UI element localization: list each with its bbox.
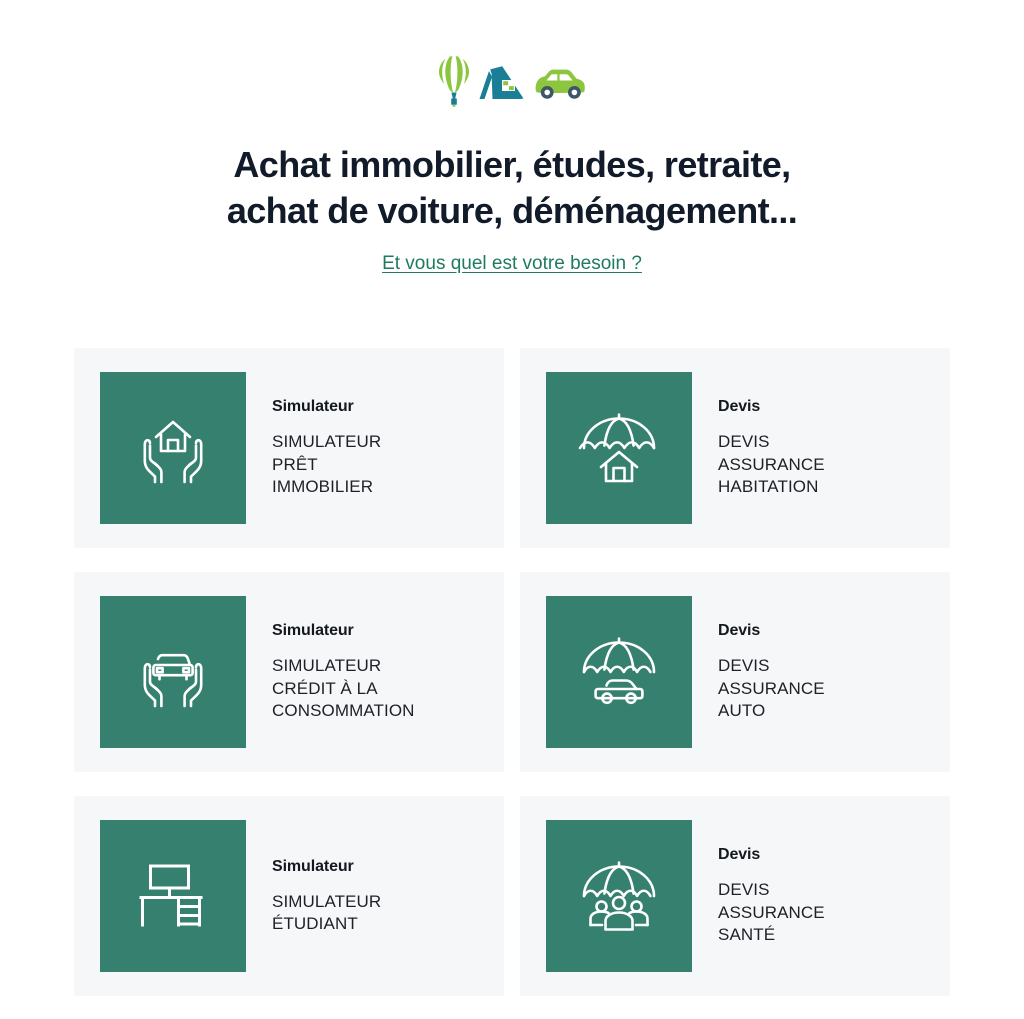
- house-icon: [478, 65, 524, 112]
- card-label: SIMULATEUR PRÊT IMMOBILIER: [272, 432, 382, 497]
- needs-card-grid: Simulateur SIMULATEUR PRÊT IMMOBILIER De…: [74, 348, 950, 996]
- page-title-line-2: achat de voiture, déménagement...: [226, 190, 798, 231]
- card-label: SIMULATEUR CRÉDIT À LA CONSOMMATION: [272, 656, 415, 721]
- card-text-block: Devis DEVIS ASSURANCE AUTO: [692, 621, 835, 723]
- card-text-block: Devis DEVIS ASSURANCE SANTÉ: [692, 845, 835, 947]
- card-devis-assurance-sante[interactable]: Devis DEVIS ASSURANCE SANTÉ: [520, 796, 950, 996]
- hero-link-wrapper: Et vous quel est votre besoin ?: [0, 252, 1024, 276]
- hero-icon-row: [0, 54, 1024, 112]
- umbrella-over-house-icon: [546, 372, 692, 524]
- card-text-block: Simulateur SIMULATEUR CRÉDIT À LA CONSOM…: [246, 621, 425, 723]
- desk-icon: [100, 820, 246, 972]
- card-kicker: Simulateur: [272, 398, 354, 416]
- card-kicker: Devis: [718, 622, 761, 640]
- card-devis-assurance-habitation[interactable]: Devis DEVIS ASSURANCE HABITATION: [520, 348, 950, 548]
- umbrella-over-people-icon: [546, 820, 692, 972]
- hero-section: Achat immobilier, études, retraite, acha…: [0, 0, 1024, 276]
- card-text-block: Simulateur SIMULATEUR ÉTUDIANT: [246, 857, 391, 936]
- need-question-link[interactable]: Et vous quel est votre besoin ?: [382, 253, 642, 274]
- card-devis-assurance-auto[interactable]: Devis DEVIS ASSURANCE AUTO: [520, 572, 950, 772]
- hands-holding-house-icon: [100, 372, 246, 524]
- page-title-line-1: Achat immobilier, études, retraite,: [233, 144, 791, 185]
- car-icon: [532, 69, 586, 112]
- hands-holding-car-icon: [100, 596, 246, 748]
- card-label: SIMULATEUR ÉTUDIANT: [272, 891, 382, 934]
- card-simulateur-pret-immobilier[interactable]: Simulateur SIMULATEUR PRÊT IMMOBILIER: [74, 348, 504, 548]
- card-label: DEVIS ASSURANCE HABITATION: [718, 432, 825, 497]
- hot-air-balloon-icon: [438, 55, 470, 112]
- card-simulateur-credit-consommation[interactable]: Simulateur SIMULATEUR CRÉDIT À LA CONSOM…: [74, 572, 504, 772]
- card-kicker: Devis: [718, 846, 761, 864]
- card-kicker: Simulateur: [272, 622, 354, 640]
- card-simulateur-etudiant[interactable]: Simulateur SIMULATEUR ÉTUDIANT: [74, 796, 504, 996]
- card-label: DEVIS ASSURANCE SANTÉ: [718, 880, 825, 945]
- card-kicker: Devis: [718, 398, 761, 416]
- page-root: Achat immobilier, études, retraite, acha…: [0, 0, 1024, 1019]
- umbrella-over-car-icon: [546, 596, 692, 748]
- page-title: Achat immobilier, études, retraite, acha…: [0, 142, 1024, 234]
- card-text-block: Devis DEVIS ASSURANCE HABITATION: [692, 397, 835, 499]
- card-label: DEVIS ASSURANCE AUTO: [718, 656, 825, 721]
- card-text-block: Simulateur SIMULATEUR PRÊT IMMOBILIER: [246, 397, 391, 499]
- card-kicker: Simulateur: [272, 857, 354, 875]
